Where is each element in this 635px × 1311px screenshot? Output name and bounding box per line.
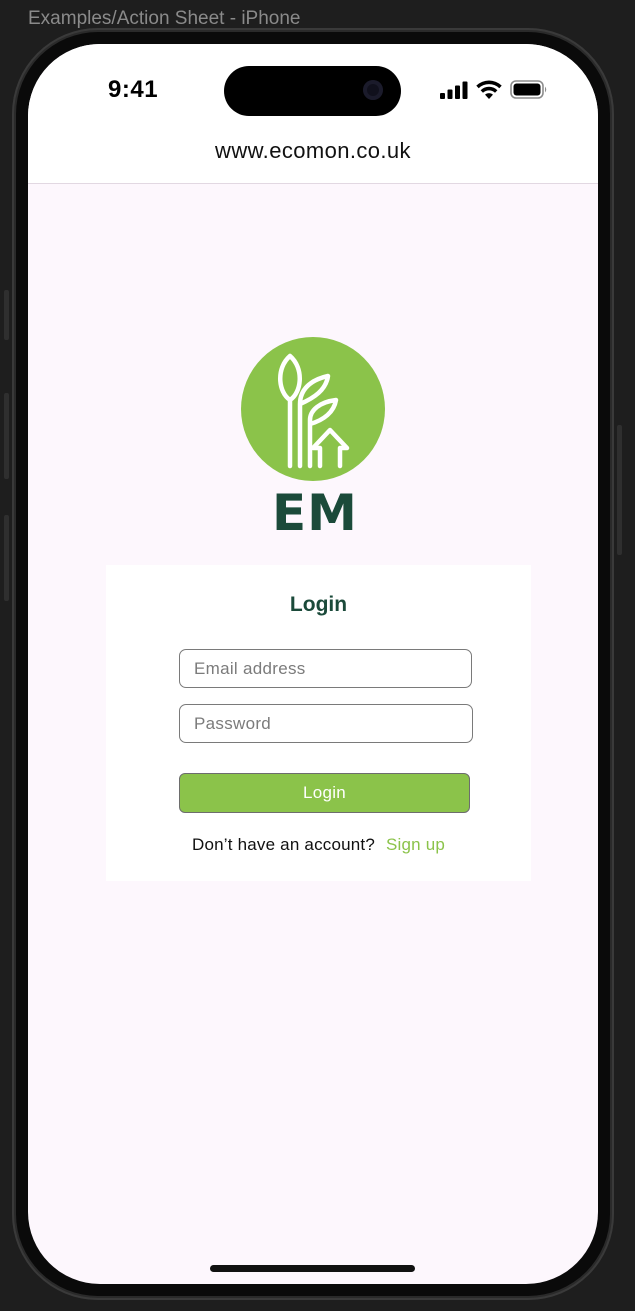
status-bar: 9:41 [28, 44, 598, 138]
side-button-volume-down [4, 515, 9, 601]
svg-text:EM: EM [272, 484, 358, 534]
wifi-icon [476, 80, 502, 99]
side-button-power [617, 425, 622, 555]
frame-title: Examples/Action Sheet - iPhone [28, 8, 301, 29]
login-title: Login [289, 593, 348, 616]
signal-icon [440, 81, 468, 99]
side-button-action [4, 290, 9, 340]
browser-url-bar[interactable]: www.ecomon.co.uk [28, 138, 598, 184]
leaf-house-logo-icon: EM [241, 337, 385, 534]
signup-link[interactable]: Sign up [386, 835, 445, 854]
home-indicator[interactable] [210, 1265, 415, 1272]
phone-screen: 9:41 www.ecomon.co.uk EM Login Email add… [28, 44, 598, 1284]
status-icons [440, 80, 548, 99]
signup-prompt: Don’t have an account? [191, 835, 376, 854]
email-field[interactable] [179, 649, 472, 688]
camera-icon [363, 80, 383, 100]
signup-row: Don’t have an account? Sign up [106, 835, 531, 855]
side-button-volume-up [4, 393, 9, 479]
login-button[interactable]: Login [179, 773, 470, 813]
url-text: www.ecomon.co.uk [215, 138, 411, 163]
login-card: Login Login Don’t have an account? Sign … [106, 565, 531, 881]
password-input[interactable] [180, 705, 472, 742]
dynamic-island [224, 66, 401, 116]
password-field[interactable] [179, 704, 473, 743]
email-input[interactable] [180, 650, 471, 687]
battery-icon [510, 80, 547, 99]
status-time: 9:41 [108, 76, 159, 103]
